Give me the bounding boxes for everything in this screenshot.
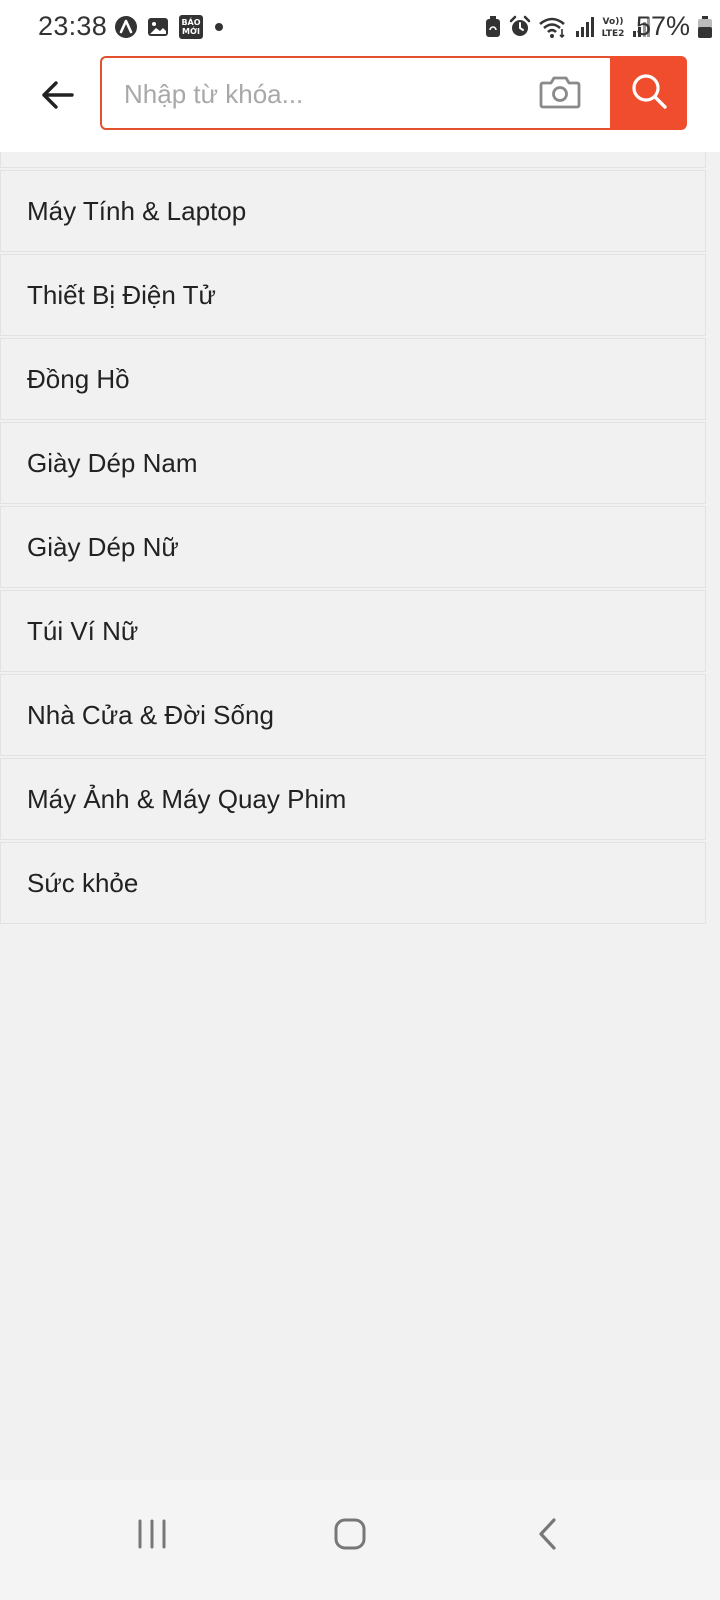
status-time: 23:38 xyxy=(38,11,108,41)
back-button[interactable] xyxy=(34,74,80,120)
category-item-womens-bags[interactable]: Túi Ví Nữ xyxy=(0,590,706,672)
category-item-computers[interactable]: Máy Tính & Laptop xyxy=(0,170,706,252)
category-list: Máy Tính & Laptop Thiết Bị Điện Tử Đồng … xyxy=(0,152,706,926)
category-item-watches[interactable]: Đồng Hồ xyxy=(0,338,706,420)
home-button[interactable] xyxy=(320,1506,380,1566)
search-button[interactable] xyxy=(610,56,687,130)
home-icon xyxy=(333,1517,367,1556)
signal-icon xyxy=(574,15,594,44)
volte-lte2-icon: Vo)) LTE2 xyxy=(600,14,626,45)
list-item-partial xyxy=(0,152,706,168)
alarm-icon xyxy=(508,15,532,44)
category-item-health[interactable]: Sức khỏe xyxy=(0,842,706,924)
battery-icon xyxy=(698,16,712,38)
recent-apps-icon xyxy=(135,1518,169,1555)
svg-text:LTE2: LTE2 xyxy=(602,29,625,39)
arrow-left-icon xyxy=(40,80,74,115)
search-header xyxy=(0,52,720,152)
category-item-womens-shoes[interactable]: Giày Dép Nữ xyxy=(0,506,706,588)
image-search-button[interactable] xyxy=(536,72,584,116)
category-item-electronics[interactable]: Thiết Bị Điện Tử xyxy=(0,254,706,336)
dot-icon xyxy=(212,15,226,44)
search-icon xyxy=(630,72,668,115)
svg-text:MỚI: MỚI xyxy=(182,25,200,36)
search-box xyxy=(100,56,610,130)
nav-back-button[interactable] xyxy=(518,1506,578,1566)
status-bar: 23:38 BÁO MỚI Vo)) LTE2 57% xyxy=(0,0,720,52)
svg-text:Vo)): Vo)) xyxy=(603,17,624,27)
notification-icons: BÁO MỚI xyxy=(114,14,226,45)
battery-saver-icon xyxy=(484,15,502,44)
svg-text:BÁO: BÁO xyxy=(181,16,200,27)
navigation-bar xyxy=(0,1480,720,1600)
system-icons: Vo)) LTE2 xyxy=(484,14,650,45)
camera-icon xyxy=(539,74,581,115)
baomoi-icon: BÁO MỚI xyxy=(178,14,204,45)
app-a-icon xyxy=(114,15,138,44)
category-item-home-living[interactable]: Nhà Cửa & Đời Sống xyxy=(0,674,706,756)
recent-apps-button[interactable] xyxy=(122,1506,182,1566)
category-item-mens-shoes[interactable]: Giày Dép Nam xyxy=(0,422,706,504)
gallery-icon xyxy=(146,15,170,44)
search-input[interactable] xyxy=(122,58,526,130)
back-icon xyxy=(536,1517,560,1556)
wifi-icon xyxy=(538,15,568,44)
category-item-cameras[interactable]: Máy Ảnh & Máy Quay Phim xyxy=(0,758,706,840)
battery-percent: 57% xyxy=(635,11,690,41)
